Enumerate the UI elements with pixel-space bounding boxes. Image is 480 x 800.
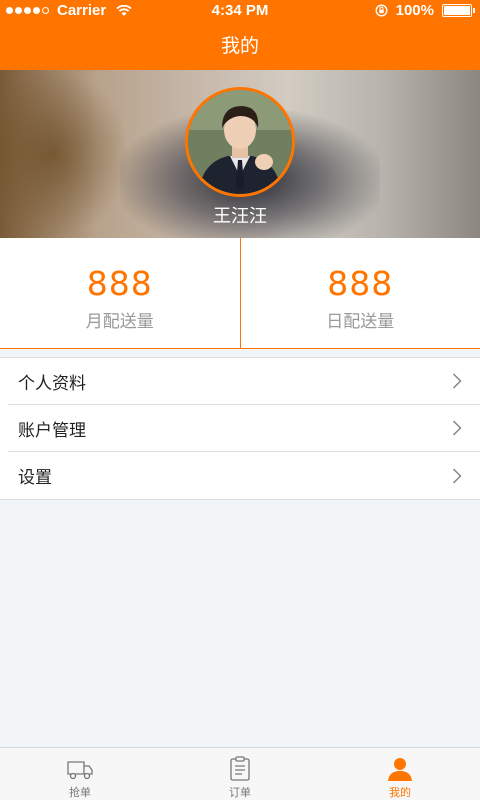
chevron-right-icon <box>452 420 462 436</box>
nav-bar: 我的 <box>0 22 480 70</box>
menu-item-settings[interactable]: 设置 <box>8 452 480 499</box>
page-title: 我的 <box>220 35 259 57</box>
user-icon <box>388 758 412 781</box>
monthly-deliveries-label: 月配送量 <box>85 312 154 332</box>
tab-me[interactable]: 我的 <box>320 748 480 800</box>
battery-percent: 100% <box>395 2 434 19</box>
tab-bar: 抢单 订单 我的 <box>0 747 480 800</box>
rotation-lock-icon <box>375 4 388 17</box>
tab-label: 抢单 <box>69 786 91 799</box>
status-right: 100% <box>375 2 475 19</box>
avatar[interactable] <box>185 87 295 197</box>
monthly-deliveries-stat: 888 月配送量 <box>0 238 240 348</box>
monthly-deliveries-value: 888 <box>86 264 153 303</box>
menu-item-label: 个人资料 <box>18 373 86 394</box>
daily-deliveries-value: 888 <box>327 264 394 303</box>
daily-deliveries-label: 日配送量 <box>326 312 395 332</box>
profile-header: 王汪汪 <box>0 70 480 238</box>
clipboard-icon <box>230 756 250 781</box>
menu-item-profile[interactable]: 个人资料 <box>8 358 480 405</box>
truck-icon <box>67 761 93 780</box>
battery-icon <box>442 4 475 17</box>
tab-grab-order[interactable]: 抢单 <box>0 748 160 800</box>
menu-item-label: 账户管理 <box>18 420 86 441</box>
menu-item-account[interactable]: 账户管理 <box>8 405 480 452</box>
delivery-stats: 888 月配送量 888 日配送量 <box>0 238 480 349</box>
chevron-right-icon <box>452 467 462 484</box>
daily-deliveries-stat: 888 日配送量 <box>239 238 480 348</box>
tab-orders[interactable]: 订单 <box>160 748 320 800</box>
chevron-right-icon <box>452 373 462 389</box>
settings-menu: 个人资料 账户管理 设置 <box>0 357 480 500</box>
menu-item-label: 设置 <box>18 468 52 488</box>
tab-label: 订单 <box>229 786 251 799</box>
tab-label: 我的 <box>389 786 411 799</box>
user-name: 王汪汪 <box>213 206 267 227</box>
status-bar: Carrier 4:34 PM 100% <box>0 0 480 22</box>
